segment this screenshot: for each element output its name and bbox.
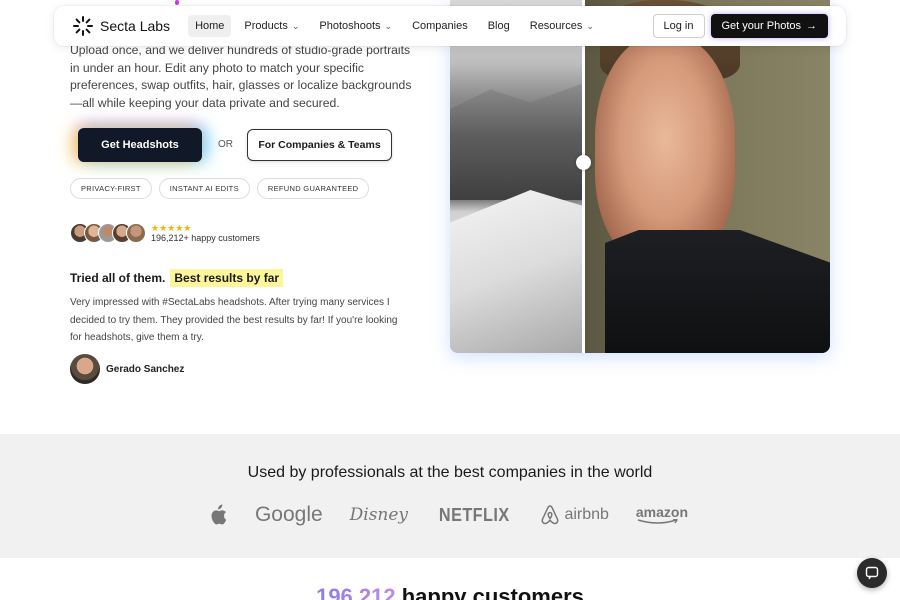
netflix-logo: NETFLIX	[438, 504, 510, 525]
before-shirt	[450, 190, 584, 353]
rating-stars: ★★★★★	[151, 222, 192, 233]
pill-refund-guaranteed: REFUND GUARANTEED	[256, 178, 370, 199]
before-after-comparison[interactable]	[450, 0, 830, 353]
customers-count: 196,212+ happy customers	[151, 232, 260, 243]
nav-item-label: Home	[195, 20, 225, 32]
chevron-down-icon: ⌄	[291, 20, 300, 31]
customers-number: 196,212	[316, 584, 396, 600]
nav-item-home[interactable]: Home	[188, 15, 232, 37]
get-headshots-button[interactable]: Get Headshots	[78, 128, 202, 162]
get-photos-label: Get your Photos	[721, 20, 802, 32]
comparison-slider-handle[interactable]	[576, 155, 591, 170]
rating-block: ★★★★★ 196,212+ happy customers	[151, 222, 260, 243]
nav-item-label: Products	[244, 20, 288, 32]
google-logo: Google	[254, 503, 323, 526]
social-proof: ★★★★★ 196,212+ happy customers	[70, 223, 260, 243]
disney-logo: Disney	[349, 505, 409, 525]
review-body: Very impressed with #SectaLabs headshots…	[70, 297, 398, 343]
portrait-turtleneck	[605, 230, 830, 353]
amazon-wordmark: amazon	[635, 504, 688, 520]
companies-teams-button[interactable]: For Companies & Teams	[247, 129, 392, 161]
customer-avatars	[70, 223, 146, 243]
login-button[interactable]: Log in	[652, 14, 705, 38]
secta-logo-icon	[73, 16, 93, 36]
chat-icon	[865, 566, 879, 580]
nav-item-label: Companies	[412, 20, 468, 32]
review-lead: Tried all of them.	[70, 271, 166, 285]
apple-logo-icon	[208, 504, 228, 526]
review-heading: Tried all of them. Best results by far	[70, 269, 284, 287]
amazon-smile-icon	[637, 519, 679, 524]
chat-button[interactable]	[857, 558, 887, 588]
brand-name: Secta Labs	[100, 18, 171, 34]
nav-item-label: Blog	[487, 20, 510, 32]
before-photo	[450, 0, 584, 353]
chevron-down-icon: ⌄	[586, 20, 594, 31]
nav-item-products[interactable]: Products ⌄	[237, 15, 306, 37]
nav-item-blog[interactable]: Blog	[481, 15, 517, 37]
airbnb-logo: airbnb	[540, 504, 609, 526]
nav-item-label: Photoshoots	[319, 20, 381, 32]
reviewer-avatar	[70, 354, 100, 384]
brand[interactable]: Secta Labs	[72, 15, 170, 37]
pill-instant-ai-edits: INSTANT AI EDITS	[158, 178, 250, 199]
or-separator: OR	[218, 139, 233, 150]
customers-heading-text: happy customers	[401, 584, 584, 600]
reviewer: Gerado Sanchez	[70, 354, 184, 384]
after-photo	[585, 0, 830, 353]
get-photos-button[interactable]: Get your Photos →	[710, 14, 828, 38]
feature-pills: PRIVACY-FIRST INSTANT AI EDITS REFUND GU…	[70, 178, 370, 199]
reviewer-name: Gerado Sanchez	[106, 363, 185, 375]
nav-item-label: Resources	[529, 20, 583, 32]
comparison-divider	[582, 0, 585, 353]
before-landscape	[450, 83, 584, 200]
avatar	[126, 223, 146, 243]
top-navbar: Secta Labs Home Products ⌄ Photoshoots ⌄ C…	[54, 6, 846, 46]
nav-item-resources[interactable]: Resources ⌄	[523, 15, 601, 37]
hero-description: Upload once, and we deliver hundreds of …	[70, 43, 412, 110]
logos-title: Used by professionals at the best compan…	[247, 464, 653, 481]
airbnb-icon	[541, 505, 559, 525]
logos-band	[0, 434, 900, 558]
customers-heading: 196,212 happy customers	[0, 584, 900, 600]
arrow-right-icon: →	[806, 20, 817, 32]
chevron-down-icon: ⌄	[384, 20, 393, 31]
decorative-dot	[175, 0, 179, 5]
nav-item-companies[interactable]: Companies	[405, 15, 475, 37]
amazon-logo: amazon	[636, 505, 688, 525]
airbnb-wordmark: airbnb	[564, 506, 609, 523]
apple-logo-svg	[211, 504, 227, 525]
company-logos: Google Disney NETFLIX airbnb amazon	[208, 500, 688, 530]
review-highlight: Best results by far	[170, 269, 284, 287]
pill-privacy-first: PRIVACY-FIRST	[70, 178, 152, 199]
nav-item-photoshoots[interactable]: Photoshoots ⌄	[312, 15, 399, 37]
